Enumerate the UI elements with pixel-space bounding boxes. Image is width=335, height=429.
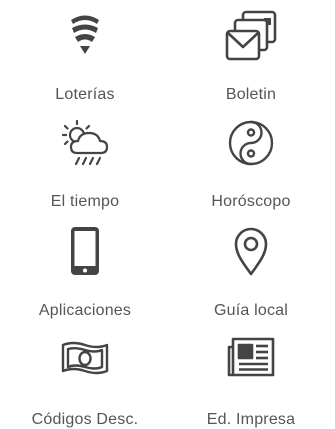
service-tile-horoscopo[interactable]: Horóscopo [176,113,326,213]
service-tile-boletin[interactable]: Boletin [176,6,326,106]
lottery-icon [55,6,115,66]
service-tile-codigos-desc[interactable]: Códigos Desc. [10,327,160,428]
newsletter-icon [221,6,281,66]
map-pin-icon [221,221,281,281]
weather-icon [55,113,115,173]
service-label: Aplicaciones [38,302,132,319]
service-tile-aplicaciones[interactable]: Aplicaciones [10,221,160,321]
banknote-icon [55,327,115,387]
smartphone-icon [55,221,115,281]
newspaper-icon [221,327,281,387]
service-tile-el-tiempo[interactable]: El tiempo [10,113,160,213]
service-tile-guia-local[interactable]: Guía local [176,221,326,321]
services-grid: Loterías Boletin El tiempo Horóscopo Apl… [0,0,335,428]
service-label: Códigos Desc. [31,411,139,428]
service-label: Ed. Impresa [206,411,296,428]
service-label: Horóscopo [211,193,291,210]
service-tile-loterias[interactable]: Loterías [10,6,160,106]
service-label: Loterías [55,86,115,103]
yin-yang-icon [221,113,281,173]
service-tile-ed-impresa[interactable]: Ed. Impresa [176,327,326,428]
service-label: Guía local [213,302,289,319]
service-label: Boletin [225,86,277,103]
service-label: El tiempo [50,193,120,210]
